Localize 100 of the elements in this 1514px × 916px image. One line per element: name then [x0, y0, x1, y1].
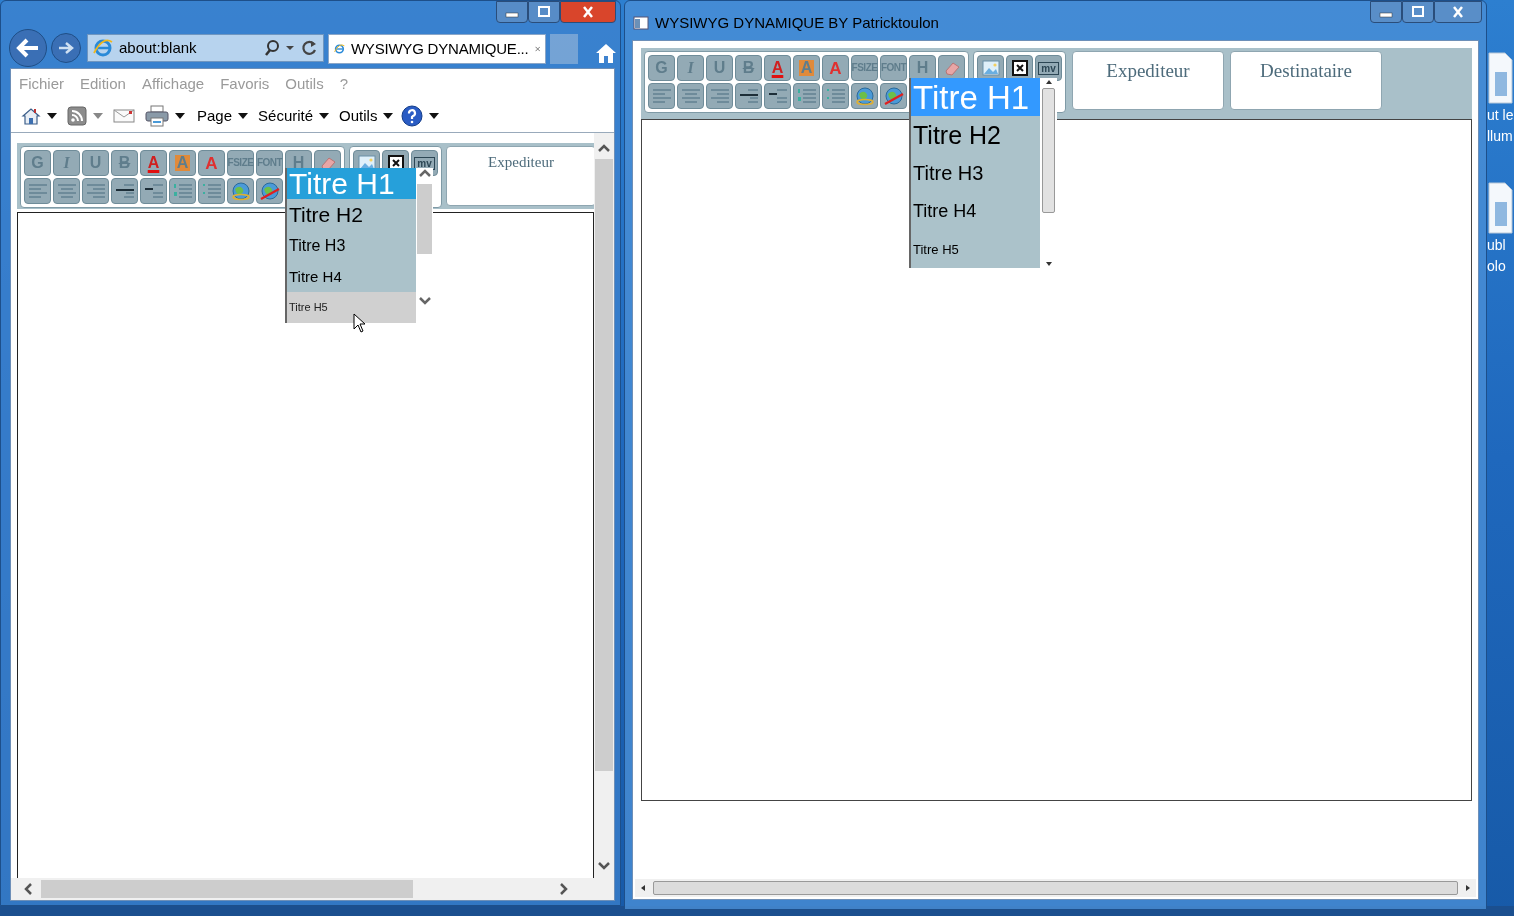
- recipient-field[interactable]: Destinataire: [1230, 51, 1382, 110]
- menu-item[interactable]: Fichier: [19, 73, 64, 96]
- close-box-button[interactable]: [1006, 55, 1033, 81]
- home-icon[interactable]: [595, 42, 617, 64]
- dropdown-option[interactable]: Titre H4: [287, 261, 416, 292]
- caret-icon: [93, 113, 103, 119]
- menu-item[interactable]: Favoris: [220, 73, 270, 96]
- horizontal-scrollbar[interactable]: [635, 879, 1476, 897]
- dropdown-option[interactable]: Titre H3: [911, 154, 1040, 192]
- document-icon[interactable]: [1487, 182, 1513, 234]
- horizontal-scrollbar[interactable]: [11, 878, 614, 900]
- desktop-icon-label[interactable]: olo: [1487, 256, 1506, 276]
- vertical-scrollbar[interactable]: [594, 133, 614, 878]
- format-button[interactable]: A: [169, 150, 196, 176]
- indent-button[interactable]: [140, 178, 167, 204]
- dropdown-option[interactable]: Titre H1: [287, 168, 416, 199]
- format-button[interactable]: A: [198, 150, 225, 176]
- help-button[interactable]: [401, 103, 442, 129]
- format-button[interactable]: A: [140, 150, 167, 176]
- recipient-field[interactable]: Expediteur: [446, 146, 594, 206]
- desktop-icon-label[interactable]: ut le: [1487, 105, 1514, 125]
- close-icon: [1451, 6, 1465, 18]
- bullet-list-icon: [825, 88, 846, 104]
- feed-button[interactable]: [67, 103, 105, 129]
- forward-button[interactable]: [51, 33, 81, 63]
- address-text[interactable]: about:blank: [119, 36, 258, 60]
- dropdown-option[interactable]: Titre H2: [287, 199, 416, 230]
- indent-button[interactable]: [764, 83, 791, 109]
- globe-icon: [230, 181, 251, 201]
- numbered-list-icon: [172, 183, 193, 199]
- window-title: WYSIWYG DYNAMIQUE BY Patricktoulon: [655, 13, 939, 33]
- close-tab-icon[interactable]: [534, 44, 540, 54]
- scroll-up-arrow-icon[interactable]: [1044, 78, 1053, 86]
- scrollbar-thumb[interactable]: [595, 159, 613, 771]
- unlink-button[interactable]: [880, 83, 907, 109]
- format-button[interactable]: A: [822, 55, 849, 81]
- outdent-button[interactable]: [111, 178, 138, 204]
- format-button[interactable]: mv: [1035, 55, 1062, 81]
- caret-icon: [429, 113, 440, 119]
- format-button[interactable]: A: [764, 55, 791, 81]
- scrollbar-thumb[interactable]: [1042, 88, 1055, 213]
- align-left-icon: [27, 183, 48, 199]
- command-menu-button[interactable]: Outils: [337, 103, 394, 129]
- dropdown-option[interactable]: Titre H5: [911, 230, 1040, 268]
- scrollbar[interactable]: [1040, 78, 1057, 268]
- back-button[interactable]: [9, 29, 47, 67]
- back-arrow-icon: [16, 38, 40, 58]
- address-bar[interactable]: about:blank: [87, 34, 324, 62]
- caret-icon: [175, 113, 185, 119]
- command-menu-button[interactable]: Sécurité: [256, 103, 330, 129]
- recipient-field[interactable]: Expediteur: [1072, 51, 1224, 110]
- globe-icon: [854, 86, 875, 106]
- maximize-button[interactable]: [528, 1, 560, 23]
- dropdown-caret-icon[interactable]: [286, 45, 294, 51]
- align-center-icon: [680, 88, 701, 104]
- refresh-icon[interactable]: [300, 39, 318, 57]
- link-button[interactable]: [851, 83, 878, 109]
- scroll-left-arrow-icon[interactable]: [639, 884, 647, 892]
- menu-item[interactable]: ?: [339, 73, 349, 96]
- align-center-icon: [56, 183, 77, 199]
- dropdown-option[interactable]: Titre H1: [911, 78, 1040, 116]
- printer-button[interactable]: [145, 103, 187, 129]
- bullet-list-icon: [201, 183, 222, 199]
- eraser-icon: [942, 60, 961, 76]
- search-icon[interactable]: [264, 39, 280, 57]
- close-button[interactable]: [560, 1, 616, 23]
- unlink-button[interactable]: [256, 178, 283, 204]
- format-button[interactable]: A: [793, 55, 820, 81]
- printer-icon: [145, 105, 169, 127]
- caret-icon: [238, 113, 249, 119]
- picture-icon: [981, 60, 1000, 76]
- menu-item[interactable]: Edition: [80, 73, 126, 96]
- browser-tab[interactable]: WYSIWYG DYNAMIQUE...: [328, 34, 546, 64]
- dropdown-option[interactable]: Titre H2: [911, 116, 1040, 154]
- minimize-button[interactable]: [496, 1, 528, 23]
- scroll-right-arrow-icon[interactable]: [1464, 884, 1472, 892]
- dropdown-option[interactable]: Titre H5: [287, 292, 416, 323]
- caret-icon: [47, 113, 57, 119]
- document-icon[interactable]: [1487, 52, 1513, 104]
- help-icon: [401, 105, 424, 127]
- desktop-icon-label[interactable]: ubl: [1487, 235, 1506, 255]
- close-box-icon: [1011, 60, 1028, 76]
- scrollbar-thumb[interactable]: [653, 881, 1458, 895]
- menu-item[interactable]: Affichage: [141, 73, 205, 96]
- maximize-button[interactable]: [1402, 1, 1434, 23]
- desktop-icon-label[interactable]: llum: [1487, 126, 1513, 146]
- outdent-button[interactable]: [735, 83, 762, 109]
- link-button[interactable]: [227, 178, 254, 204]
- tab-title[interactable]: WYSIWYG DYNAMIQUE...: [350, 37, 529, 61]
- dropdown-option[interactable]: Titre H3: [287, 230, 416, 261]
- scrollbar-thumb[interactable]: [41, 880, 413, 898]
- command-menu-button[interactable]: Page: [195, 103, 249, 129]
- caret-icon: [383, 113, 394, 119]
- menu-item[interactable]: Outils: [285, 73, 324, 96]
- scroll-down-arrow-icon[interactable]: [1044, 260, 1053, 268]
- scrollbar[interactable]: [416, 168, 433, 323]
- dropdown-option[interactable]: Titre H4: [911, 192, 1040, 230]
- close-button[interactable]: [1434, 1, 1482, 23]
- minimize-button[interactable]: [1370, 1, 1402, 23]
- scrollbar-thumb[interactable]: [417, 184, 432, 254]
